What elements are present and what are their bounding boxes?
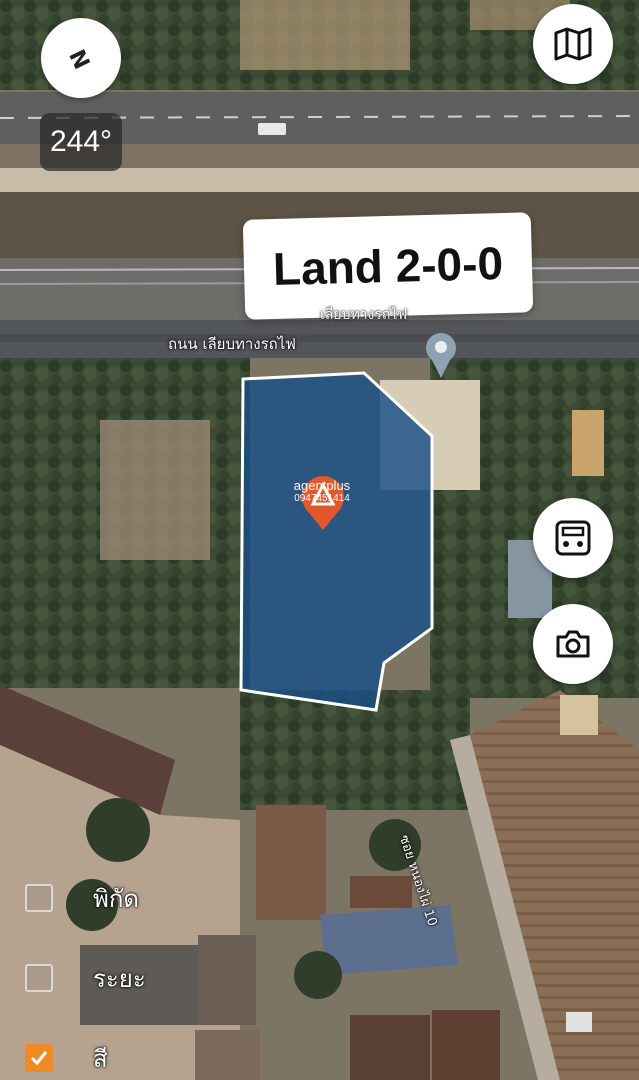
road-name-railway-faded: เลียบทางรถไฟ [320,307,408,323]
camera-button[interactable] [533,604,613,684]
coordinates-checkbox[interactable] [25,884,53,912]
color-label: สี [93,1044,108,1073]
coordinates-label: พิกัด [93,884,139,913]
area-calculator-button[interactable] [533,498,613,578]
watermark-brand: agentplus [293,478,351,493]
layer-toggle-coordinates[interactable]: พิกัด [25,878,139,918]
camera-icon [556,630,590,658]
building-1 [256,805,326,920]
calculator-icon [555,520,591,556]
compass-button[interactable]: N [41,18,121,98]
checkmark-icon [30,1051,48,1066]
layer-toggle-color[interactable]: สี [25,1038,108,1078]
watermark-phone: 0947451414 [294,493,350,504]
compass-north-icon: N [65,44,97,72]
map-type-button[interactable] [533,4,613,84]
distance-label: ระยะ [93,964,146,993]
heading-readout: 244° [40,113,122,171]
road-name-railway: ถนน เลียบทางรถไฟ [168,335,296,353]
layer-toggle-distance[interactable]: ระยะ [25,958,146,998]
agent-watermark: agentplus 0947451414 [272,474,372,504]
folded-map-icon [554,27,592,61]
distance-checkbox[interactable] [25,964,53,992]
color-checkbox[interactable] [25,1044,53,1072]
